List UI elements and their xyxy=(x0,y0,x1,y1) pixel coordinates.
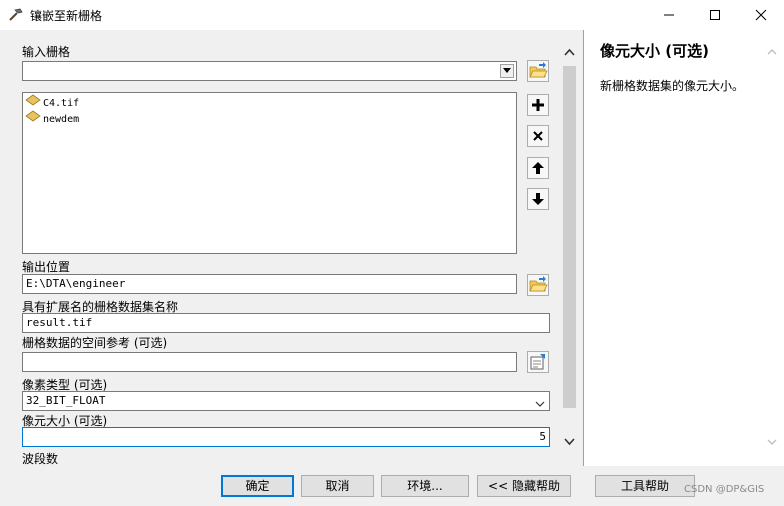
dropdown-arrow-icon[interactable] xyxy=(500,64,514,78)
move-down-button[interactable] xyxy=(527,188,549,210)
spatial-reference-label: 栅格数据的空间参考 (可选) xyxy=(22,336,168,350)
maximize-icon[interactable] xyxy=(692,0,738,30)
input-rasters-label: 输入栅格 xyxy=(22,45,71,59)
delete-x-icon xyxy=(533,131,543,141)
open-folder-icon xyxy=(529,276,548,292)
dataset-name-input[interactable]: result.tif xyxy=(22,313,550,333)
chevron-down-icon[interactable] xyxy=(766,436,778,450)
chevron-down-icon[interactable] xyxy=(535,396,545,410)
ok-button[interactable]: 确定 xyxy=(221,475,294,497)
add-button[interactable] xyxy=(527,94,549,116)
pixel-type-value: 32_BIT_FLOAT xyxy=(26,394,106,407)
output-location-label: 输出位置 xyxy=(22,260,71,274)
form-scrollbar[interactable] xyxy=(561,42,578,462)
list-item[interactable]: newdem xyxy=(25,110,79,126)
cellsize-value: 5 xyxy=(539,430,546,443)
input-rasters-list[interactable]: C4.tif newdem xyxy=(22,92,517,254)
cancel-button[interactable]: 取消 xyxy=(301,475,374,497)
chevron-up-icon[interactable] xyxy=(563,46,576,60)
properties-icon xyxy=(530,354,545,370)
browse-input-button[interactable] xyxy=(527,60,549,82)
help-title: 像元大小 (可选) xyxy=(600,42,709,60)
close-icon[interactable] xyxy=(738,0,784,30)
tool-help-button[interactable]: 工具帮助 xyxy=(595,475,695,497)
hammer-icon xyxy=(8,7,24,23)
list-item[interactable]: C4.tif xyxy=(25,94,79,110)
minimize-icon[interactable] xyxy=(646,0,692,30)
cellsize-input[interactable]: 5 xyxy=(22,427,550,447)
arrow-down-icon xyxy=(532,193,544,205)
raster-dataset-icon xyxy=(25,110,41,128)
input-rasters-dropdown[interactable] xyxy=(22,61,517,81)
help-text: 新栅格数据集的像元大小。 xyxy=(600,79,745,93)
spatial-reference-input[interactable] xyxy=(22,352,517,372)
chevron-up-icon[interactable] xyxy=(766,46,778,60)
title-bar: 镶嵌至新栅格 xyxy=(0,0,784,30)
bands-label: 波段数 xyxy=(22,452,59,466)
window-title: 镶嵌至新栅格 xyxy=(30,9,103,23)
hide-help-button[interactable]: << 隐藏帮助 xyxy=(477,475,571,497)
button-bar: 确定 取消 环境... << 隐藏帮助 工具帮助 xyxy=(0,466,784,506)
watermark: CSDN @DP&GIS xyxy=(684,484,765,495)
list-item-label: C4.tif xyxy=(43,98,80,109)
scrollbar-thumb[interactable] xyxy=(563,66,576,408)
arrow-up-icon xyxy=(532,162,544,174)
browse-output-button[interactable] xyxy=(527,274,549,296)
open-folder-icon xyxy=(529,62,548,78)
spatial-reference-properties-button[interactable] xyxy=(527,351,549,373)
chevron-down-icon[interactable] xyxy=(563,434,576,448)
plus-icon xyxy=(532,99,544,111)
pixel-type-select[interactable]: 32_BIT_FLOAT xyxy=(22,391,550,411)
move-up-button[interactable] xyxy=(527,157,549,179)
list-item-label: newdem xyxy=(43,114,80,125)
output-location-input[interactable]: E:\DTA\engineer xyxy=(22,274,517,294)
environments-button[interactable]: 环境... xyxy=(381,475,469,497)
remove-button[interactable] xyxy=(527,125,549,147)
dataset-name-value: result.tif xyxy=(26,316,93,329)
help-pane: 像元大小 (可选) 新栅格数据集的像元大小。 xyxy=(584,30,784,466)
output-location-value: E:\DTA\engineer xyxy=(26,277,126,290)
